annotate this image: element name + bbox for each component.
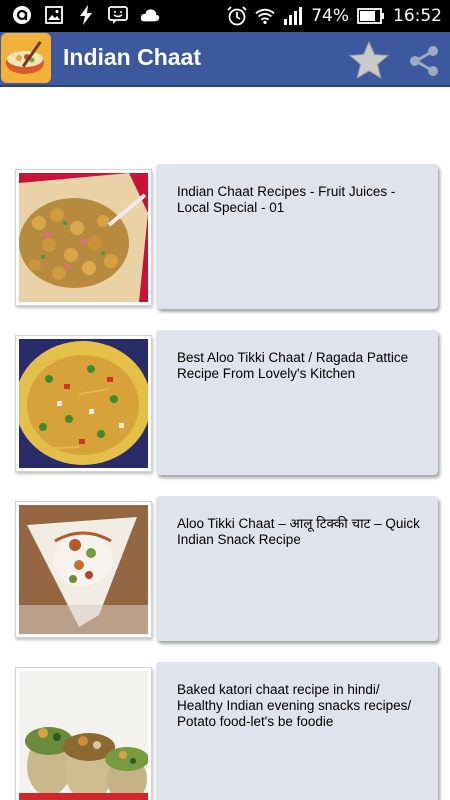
app-title: Indian Chaat [63,44,202,70]
chaat-chickpea-image [19,173,148,302]
app-logo [1,33,51,83]
list-item[interactable]: Indian Chaat Recipes - Fruit Juices - Lo… [0,164,450,319]
list-item[interactable]: Baked katori chaat recipe in hindi/ Heal… [0,662,450,800]
signal-icon [283,6,303,26]
video-thumbnail[interactable] [15,501,152,638]
notification-a-icon [12,5,32,25]
katori-chaat-image [19,671,148,800]
alarm-icon [227,6,247,26]
app-bar: Indian Chaat [0,32,450,87]
battery-percent: 74% [311,6,349,26]
flash-icon [76,5,96,25]
aloo-tikki-chaat-image [19,505,148,634]
wifi-icon [255,6,275,26]
share-button[interactable] [408,45,440,77]
video-card[interactable]: Aloo Tikki Chaat – आलू टिक्की चाट – Quic… [156,496,438,641]
aloo-tikki-image [19,339,148,468]
clock: 16:52 [393,6,442,26]
chat-icon [108,5,128,25]
share-icon [410,46,438,76]
video-thumbnail[interactable] [15,169,152,306]
video-title: Aloo Tikki Chaat – आलू टिक्की चाट – Quic… [177,516,420,547]
video-card[interactable]: Baked katori chaat recipe in hindi/ Heal… [156,662,438,800]
video-title: Baked katori chaat recipe in hindi/ Heal… [177,682,412,729]
video-card[interactable]: Indian Chaat Recipes - Fruit Juices - Lo… [156,164,438,309]
status-notifications [12,5,160,25]
favorite-button[interactable] [348,40,390,81]
list-item[interactable]: Aloo Tikki Chaat – आलू टिक्की चाट – Quic… [0,496,450,651]
status-bar: 74% 16:52 [0,0,450,32]
video-title: Indian Chaat Recipes - Fruit Juices - Lo… [177,184,396,215]
list-item[interactable]: Best Aloo Tikki Chaat / Ragada Pattice R… [0,330,450,485]
battery-icon [357,6,385,26]
status-system: 74% 16:52 [227,5,442,27]
video-card[interactable]: Best Aloo Tikki Chaat / Ragada Pattice R… [156,330,438,475]
video-list[interactable]: Indian Chaat Recipes - Fruit Juices - Lo… [0,87,450,800]
video-title: Best Aloo Tikki Chaat / Ragada Pattice R… [177,350,409,381]
video-thumbnail[interactable] [15,667,152,800]
star-icon [348,40,390,80]
video-thumbnail[interactable] [15,335,152,472]
image-icon [44,5,64,25]
cloud-icon [140,5,160,25]
